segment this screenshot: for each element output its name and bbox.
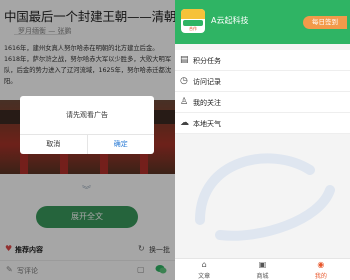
nav-articles[interactable]: ⌂ 文章 — [175, 259, 233, 280]
menu-item-label: 本地天气 — [193, 120, 221, 128]
article-pane: 中国最后一个封建王朝——清朝 罗月缅衡 — 张鹏 1616年，建州女真人努尔哈赤… — [0, 0, 175, 280]
watermark-logo — [195, 153, 335, 241]
follow-icon: ♙ — [180, 97, 189, 107]
bottom-nav: ⌂ 文章 ▣ 商城 ◉ 我的 — [175, 258, 350, 280]
menu-item-label: 我的关注 — [193, 99, 221, 107]
nav-label: 文章 — [198, 273, 211, 280]
dialog-message: 请先观看广告 — [66, 111, 108, 119]
menu-item-label: 访问记录 — [193, 78, 221, 86]
username: A云起科技 — [211, 16, 249, 25]
nav-shop[interactable]: ▣ 商城 — [233, 259, 291, 280]
daily-signin-button[interactable]: 每日签到 — [303, 16, 347, 29]
profile-menu: ▤ 积分任务 ◷ 访问记录 ♙ 我的关注 ☁ 本地天气 — [175, 50, 350, 134]
avatar[interactable]: 合作 — [181, 9, 205, 33]
avatar-label: 合作 — [189, 26, 197, 31]
dialog-buttons: 取消 确定 — [20, 134, 154, 154]
menu-item-weather[interactable]: ☁ 本地天气 — [175, 113, 350, 134]
points-icon: ▤ — [180, 55, 189, 65]
menu-item-points[interactable]: ▤ 积分任务 — [175, 50, 350, 71]
menu-item-history[interactable]: ◷ 访问记录 — [175, 71, 350, 92]
menu-item-follow[interactable]: ♙ 我的关注 — [175, 92, 350, 113]
shop-icon: ▣ — [258, 260, 267, 269]
confirm-button[interactable]: 确定 — [88, 135, 155, 154]
ad-dialog: 请先观看广告 取消 确定 — [20, 96, 154, 154]
profile-header: 合作 A云起科技 每日签到 — [175, 0, 350, 44]
cancel-button[interactable]: 取消 — [20, 135, 88, 154]
profile-pane: 合作 A云起科技 每日签到 ▤ 积分任务 ◷ 访问记录 ♙ 我的关注 ☁ 本地天… — [175, 0, 350, 280]
home-icon: ⌂ — [201, 260, 207, 269]
nav-mine[interactable]: ◉ 我的 — [292, 259, 350, 280]
nav-label: 我的 — [314, 273, 327, 280]
weather-icon: ☁ — [180, 118, 189, 128]
user-icon: ◉ — [317, 260, 325, 269]
history-icon: ◷ — [180, 76, 188, 86]
menu-item-label: 积分任务 — [193, 57, 221, 65]
nav-label: 商城 — [256, 273, 269, 280]
